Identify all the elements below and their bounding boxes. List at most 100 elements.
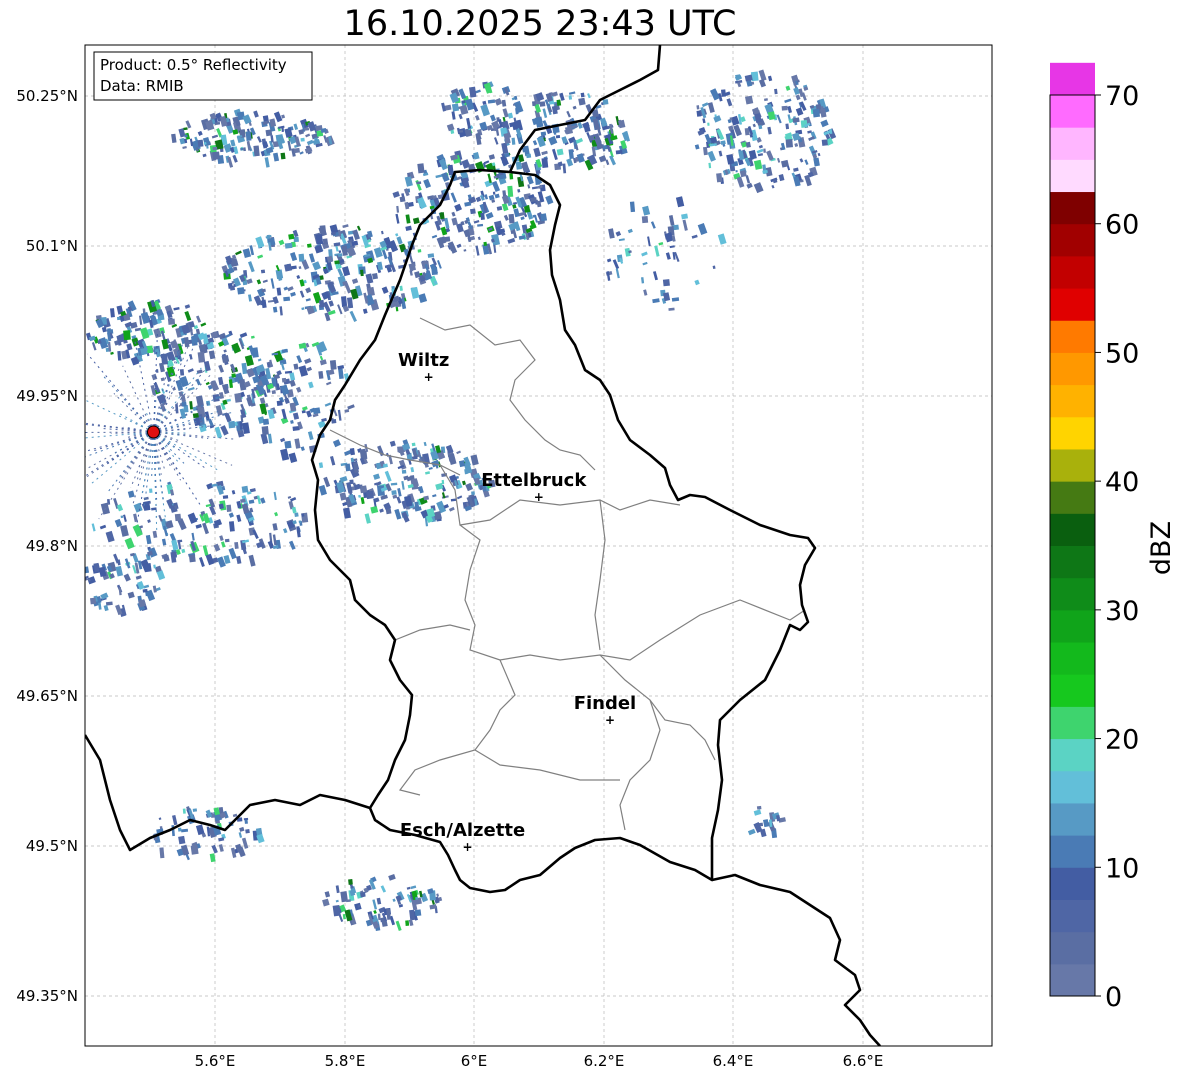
city-label: Esch/Alzette (400, 820, 525, 841)
colorbar-tick-label: 60 (1105, 210, 1139, 241)
city-marker: + (534, 490, 544, 504)
radar-echo-pixel (417, 249, 422, 253)
radar-echo-pixel (346, 899, 351, 903)
radar-echo-pixel (276, 400, 283, 406)
radar-echo-pixel (763, 148, 766, 153)
radar-echo-pixel (568, 95, 573, 100)
colorbar-swatch (1050, 609, 1095, 643)
radar-echo-pixel (629, 201, 636, 213)
radar-echo-pixel (222, 495, 229, 499)
colorbar-label: dBZ (1146, 521, 1177, 575)
colorbar-swatch (1050, 384, 1095, 418)
radar-echo-pixel (197, 139, 204, 147)
colorbar-swatch (1050, 931, 1095, 965)
radar-echo-pixel (174, 513, 182, 522)
lon-tick: 6°E (461, 1052, 488, 1070)
radar-echo-pixel (334, 260, 340, 265)
radar-echo-pixel (298, 253, 305, 262)
colorbar-swatch (1050, 577, 1095, 611)
radar-echo-pixel (142, 588, 148, 593)
radar-echo-pixel (526, 153, 532, 159)
radar-echo-pixel (143, 563, 152, 573)
radar-echo-pixel (492, 191, 496, 195)
map-area[interactable] (85, 45, 992, 1046)
colorbar-swatch (1050, 738, 1095, 772)
radar-echo-pixel (245, 829, 250, 834)
radar-echo-pixel (541, 157, 549, 168)
radar-echo-pixel (641, 215, 649, 224)
lon-tick: 5.6°E (195, 1052, 236, 1070)
radar-echo-pixel (284, 440, 292, 449)
radar-echo-pixel (532, 214, 536, 218)
colorbar-swatch (1050, 127, 1095, 160)
radar-echo-pixel (391, 490, 397, 496)
product-info-box: Product: 0.5° Reflectivity Data: RMIB (93, 51, 313, 101)
radar-echo-pixel (192, 412, 199, 419)
radar-echo-pixel (483, 241, 488, 246)
radar-echo-pixel (224, 538, 230, 543)
radar-echo-pixel (281, 377, 287, 383)
colorbar-swatches (1050, 62, 1095, 997)
radar-echo-pixel (182, 808, 186, 814)
radar-echo-pixel (821, 139, 828, 146)
radar-echo-pixel (341, 296, 348, 308)
colorbar-ticks: 0 10 20 30 40 50 60 70 (1095, 81, 1139, 1013)
radar-echo-pixel (439, 212, 445, 220)
radar-echo-pixel (241, 485, 249, 493)
colorbar-swatch (1050, 95, 1095, 128)
radar-echo-pixel (480, 212, 485, 220)
radar-echo-pixel (758, 125, 763, 130)
radar-echo-pixel (177, 827, 182, 832)
lon-tick: 5.8°E (325, 1052, 366, 1070)
radar-echo-pixel (405, 920, 410, 926)
radar-echo-pixel (293, 147, 300, 154)
radar-echo-pixel (298, 520, 302, 524)
lat-tick: 50.1°N (26, 237, 78, 255)
radar-echo-pixel (745, 95, 754, 105)
radar-echo-pixel (540, 131, 547, 136)
radar-echo-pixel (267, 363, 270, 368)
radar-echo-pixel (416, 181, 422, 185)
colorbar-swatch (1050, 352, 1095, 386)
radar-echo-pixel (212, 146, 218, 151)
radar-echo-pixel (173, 552, 178, 557)
radar-echo-pixel (696, 110, 702, 117)
radar-map-figure: +Wiltz+Ettelbruck+Findel+Esch/Alzette Pr… (16, 44, 1177, 1070)
colorbar-swatch (1050, 802, 1095, 836)
radar-echo-pixel (318, 370, 324, 379)
radar-echo-pixel (284, 263, 293, 272)
city-label: Wiltz (398, 350, 449, 371)
colorbar-swatch (1050, 642, 1095, 675)
radar-echo-pixel (756, 805, 762, 810)
radar-echo-pixel (243, 817, 249, 821)
colorbar-swatch (1050, 706, 1095, 740)
radar-echo-pixel (781, 105, 788, 111)
radar-echo-pixel (197, 351, 206, 363)
radar-echo-pixel (508, 213, 515, 224)
data-source-label: Data: RMIB (100, 77, 184, 95)
radar-echo-pixel (81, 582, 84, 587)
radar-echo-pixel (329, 359, 337, 370)
radar-echo-pixel (470, 208, 476, 215)
radar-echo-pixel (280, 152, 286, 160)
longitude-tick-labels: 5.6°E 5.8°E 6°E 6.2°E 6.4°E 6.6°E (195, 1052, 884, 1070)
radar-echo-pixel (372, 273, 378, 280)
radar-echo-pixel (312, 407, 321, 415)
radar-echo-pixel (735, 170, 738, 173)
city-marker: + (424, 370, 434, 384)
radar-echo-pixel (178, 835, 186, 845)
radar-echo-pixel (229, 285, 236, 291)
radar-echo-pixel (556, 148, 564, 156)
radar-echo-pixel (360, 891, 366, 898)
colorbar-swatch (1050, 545, 1095, 579)
city-marker: + (605, 713, 615, 727)
colorbar-tick-label: 30 (1105, 596, 1139, 627)
radar-echo-pixel (117, 316, 121, 321)
radar-echo-pixel (471, 491, 475, 495)
radar-echo-pixel (348, 879, 353, 885)
radar-echo-pixel (253, 145, 260, 157)
radar-echo-pixel (414, 501, 420, 509)
radar-echo-pixel (468, 163, 476, 171)
radar-echo-pixel (90, 597, 97, 605)
colorbar-swatch (1050, 159, 1095, 193)
